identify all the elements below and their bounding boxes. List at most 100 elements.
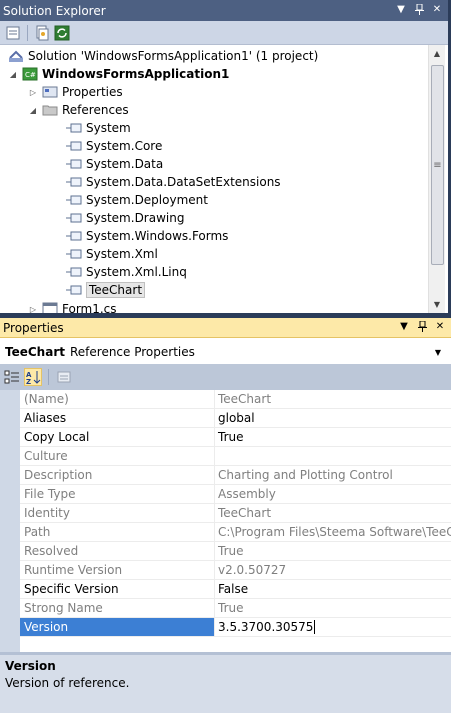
dropdown-arrow-icon[interactable]: ▼	[395, 4, 407, 18]
tree-item-reference[interactable]: System.Deployment	[66, 191, 208, 209]
dropdown-arrow-icon[interactable]: ▼	[431, 348, 445, 357]
property-row[interactable]: Identity TeeChart	[20, 504, 451, 523]
pin-icon[interactable]	[416, 320, 428, 335]
tree-item-references[interactable]: ◢ References	[28, 101, 129, 119]
csharp-project-icon: C#	[22, 67, 38, 81]
tree-item-label: TeeChart	[86, 282, 146, 298]
property-row[interactable]: Specific Version False	[20, 580, 451, 599]
tree-item-solution[interactable]: Solution 'WindowsFormsApplication1' (1 p…	[8, 47, 318, 65]
solution-explorer-toolbar	[0, 21, 448, 45]
solution-explorer-title: Solution Explorer	[3, 3, 106, 18]
expand-arrow-icon[interactable]: ▷	[28, 87, 38, 97]
property-name: Runtime Version	[20, 561, 215, 579]
expand-arrow-icon[interactable]: ▷	[28, 304, 38, 314]
pin-icon[interactable]	[413, 3, 425, 18]
categorized-button[interactable]	[3, 368, 21, 386]
close-icon[interactable]: ✕	[431, 4, 443, 18]
refresh-icon	[54, 25, 70, 40]
tree-item-label: System.Xml	[86, 247, 158, 261]
reference-icon	[66, 139, 82, 153]
property-value[interactable]: False	[215, 580, 451, 598]
object-name: TeeChart	[5, 345, 65, 359]
tree-item-reference[interactable]: System.Core	[66, 137, 162, 155]
tree-item-label: WindowsFormsApplication1	[42, 67, 230, 81]
properties-button[interactable]	[4, 24, 22, 42]
property-name: Aliases	[20, 409, 215, 427]
property-value: Charting and Plotting Control	[218, 468, 393, 482]
property-row[interactable]: (Name) TeeChart	[20, 390, 451, 409]
tree-item-label: System.Data	[86, 157, 164, 171]
property-value[interactable]: True	[215, 428, 451, 446]
property-row[interactable]: Culture	[20, 447, 451, 466]
properties-titlebar: Properties ▼ ✕	[0, 318, 451, 338]
tree-item-label: Solution 'WindowsFormsApplication1' (1 p…	[28, 49, 319, 63]
tree-item-project[interactable]: ◢ C# WindowsFormsApplication1	[8, 65, 229, 83]
property-value: Assembly	[218, 487, 276, 501]
tree-item-reference[interactable]: System	[66, 119, 131, 137]
object-type: Reference Properties	[69, 345, 195, 359]
property-row-selected[interactable]: Version 3.5.3700.30575	[20, 618, 451, 637]
property-value: TeeChart	[218, 392, 272, 406]
property-row[interactable]: Aliases global	[20, 409, 451, 428]
property-row[interactable]: File Type Assembly	[20, 485, 451, 504]
properties-title: Properties	[3, 320, 64, 335]
property-value: True	[218, 601, 244, 615]
property-value[interactable]: 3.5.3700.30575	[218, 620, 313, 634]
property-row[interactable]: Strong Name True	[20, 599, 451, 618]
property-name: Specific Version	[20, 580, 215, 598]
tree-item-reference[interactable]: System.Data.DataSetExtensions	[66, 173, 281, 191]
tree-item-reference[interactable]: System.Data	[66, 155, 163, 173]
property-name: Description	[20, 466, 215, 484]
properties-icon	[6, 26, 20, 39]
tree-item-label: System.Drawing	[86, 211, 185, 225]
tree-item-form[interactable]: ▷ Form1.cs	[28, 300, 117, 313]
property-value[interactable]: global	[215, 409, 451, 427]
tree-item-reference[interactable]: System.Xml	[66, 245, 158, 263]
property-name: Culture	[20, 447, 215, 465]
property-row[interactable]: Path C:\Program Files\Steema Software\Te…	[20, 523, 451, 542]
tree-item-properties[interactable]: ▷ Properties	[28, 83, 123, 101]
collapse-arrow-icon[interactable]: ◢	[28, 105, 38, 115]
solution-icon	[8, 49, 24, 63]
property-name: Version	[20, 618, 215, 636]
dropdown-arrow-icon[interactable]: ▼	[398, 321, 410, 335]
tree-item-label: System.Windows.Forms	[86, 229, 229, 243]
property-pages-button[interactable]	[55, 368, 73, 386]
property-value: v2.0.50727	[218, 563, 287, 577]
property-row[interactable]: Description Charting and Plotting Contro…	[20, 466, 451, 485]
collapse-arrow-icon[interactable]: ◢	[8, 69, 18, 79]
tree-item-reference[interactable]: System.Windows.Forms	[66, 227, 228, 245]
property-value	[215, 447, 451, 465]
vertical-scrollbar[interactable]: ▲ ≡ ▼	[428, 45, 445, 313]
reference-icon	[66, 265, 82, 279]
scroll-up-icon[interactable]: ▲	[429, 45, 445, 62]
properties-panel: Properties ▼ ✕ TeeChart Reference Proper…	[0, 318, 451, 713]
property-row[interactable]: Runtime Version v2.0.50727	[20, 561, 451, 580]
property-value-editor[interactable]: 3.5.3700.30575	[215, 618, 451, 636]
alphabetical-button[interactable]: AZ	[24, 368, 42, 386]
tree-item-reference-selected[interactable]: TeeChart	[66, 281, 146, 299]
close-icon[interactable]: ✕	[434, 321, 446, 335]
property-name: Identity	[20, 504, 215, 522]
tree-item-label: System	[86, 121, 131, 135]
reference-icon	[66, 211, 82, 225]
refresh-button[interactable]	[53, 24, 71, 42]
tree-item-reference[interactable]: System.Xml.Linq	[66, 263, 187, 281]
property-name: Resolved	[20, 542, 215, 560]
reference-icon	[66, 175, 82, 189]
show-all-files-button[interactable]	[33, 24, 51, 42]
reference-icon	[66, 283, 82, 297]
reference-icon	[66, 121, 82, 135]
property-row[interactable]: Copy Local True	[20, 428, 451, 447]
property-value: C:\Program Files\Steema Software\TeeChar	[218, 525, 451, 539]
tree-item-reference[interactable]: System.Drawing	[66, 209, 184, 227]
scroll-down-icon[interactable]: ▼	[429, 296, 445, 313]
property-grid[interactable]: (Name) TeeChart Aliases global Copy Loca…	[0, 390, 451, 652]
text-caret	[314, 620, 316, 634]
properties-toolbar: AZ	[0, 364, 451, 390]
tree-item-label: System.Data.DataSetExtensions	[86, 175, 281, 189]
property-row[interactable]: Resolved True	[20, 542, 451, 561]
scrollbar-thumb[interactable]: ≡	[431, 65, 444, 265]
reference-icon	[66, 247, 82, 261]
solution-tree[interactable]: Solution 'WindowsFormsApplication1' (1 p…	[0, 45, 431, 313]
